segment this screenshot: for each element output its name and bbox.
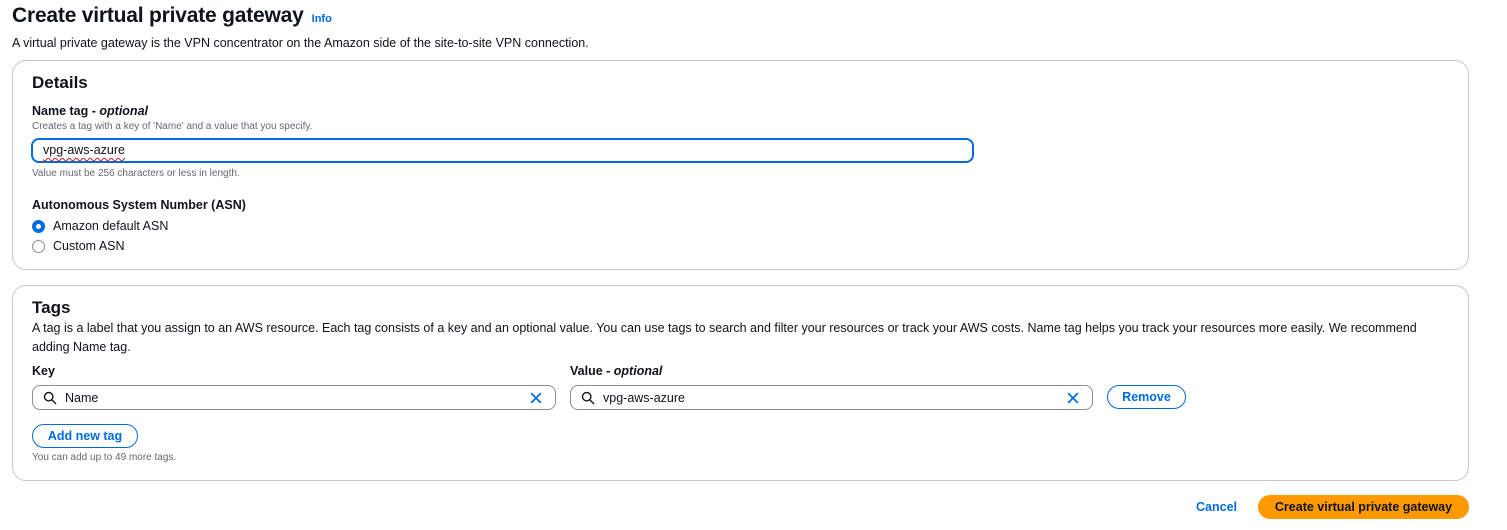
asn-label: Autonomous System Number (ASN)	[32, 198, 246, 212]
page-description: A virtual private gateway is the VPN con…	[12, 36, 589, 50]
value-label-optional: optional	[613, 364, 663, 378]
key-label: Key	[32, 364, 55, 378]
add-new-tag-button[interactable]: Add new tag	[32, 424, 138, 448]
name-tag-label: Name tag - optional	[32, 104, 148, 118]
name-tag-label-text: Name tag -	[32, 104, 100, 118]
name-tag-value: vpg-aws-azure	[43, 143, 125, 157]
tags-title: Tags	[32, 298, 71, 317]
page-title: Create virtual private gateway	[12, 4, 304, 27]
tags-panel: Tags A tag is a label that you assign to…	[12, 285, 1469, 481]
page-header: Create virtual private gateway Info A vi…	[12, 4, 589, 50]
details-title: Details	[32, 73, 88, 92]
search-icon	[581, 391, 595, 404]
close-icon[interactable]	[1066, 391, 1080, 405]
radio-checked-icon[interactable]	[32, 219, 45, 233]
cancel-button[interactable]: Cancel	[1196, 500, 1237, 514]
value-label: Value - optional	[570, 364, 662, 378]
remove-tag-button[interactable]: Remove	[1107, 385, 1186, 409]
tag-limit-note: You can add up to 49 more tags.	[32, 452, 177, 463]
radio-label: Amazon default ASN	[53, 219, 169, 233]
details-panel: Details Name tag - optional Creates a ta…	[12, 60, 1469, 270]
radio-custom-asn[interactable]: Custom ASN	[32, 239, 125, 253]
title-row: Create virtual private gateway Info	[12, 4, 589, 28]
value-label-text: Value -	[570, 364, 614, 378]
tag-key-input[interactable]: Name	[32, 385, 556, 410]
tag-key-value: Name	[65, 390, 99, 405]
radio-amazon-default-asn[interactable]: Amazon default ASN	[32, 219, 168, 233]
tags-description: A tag is a label that you assign to an A…	[32, 321, 1417, 354]
name-tag-constraint: Value must be 256 characters or less in …	[32, 168, 240, 179]
tag-value-value: vpg-aws-azure	[603, 390, 685, 405]
radio-label: Custom ASN	[53, 239, 125, 253]
info-link[interactable]: Info	[312, 13, 332, 25]
name-tag-optional: optional	[99, 104, 148, 118]
close-icon[interactable]	[529, 391, 543, 405]
name-tag-description: Creates a tag with a key of 'Name' and a…	[32, 121, 313, 132]
create-vpg-button[interactable]: Create virtual private gateway	[1258, 495, 1469, 519]
search-icon	[43, 391, 57, 404]
name-tag-input[interactable]: vpg-aws-azure	[31, 138, 974, 163]
tag-value-input[interactable]: vpg-aws-azure	[570, 385, 1093, 410]
radio-unchecked-icon[interactable]	[32, 239, 45, 253]
create-vpg-page: Create virtual private gateway Info A vi…	[0, 0, 1507, 530]
